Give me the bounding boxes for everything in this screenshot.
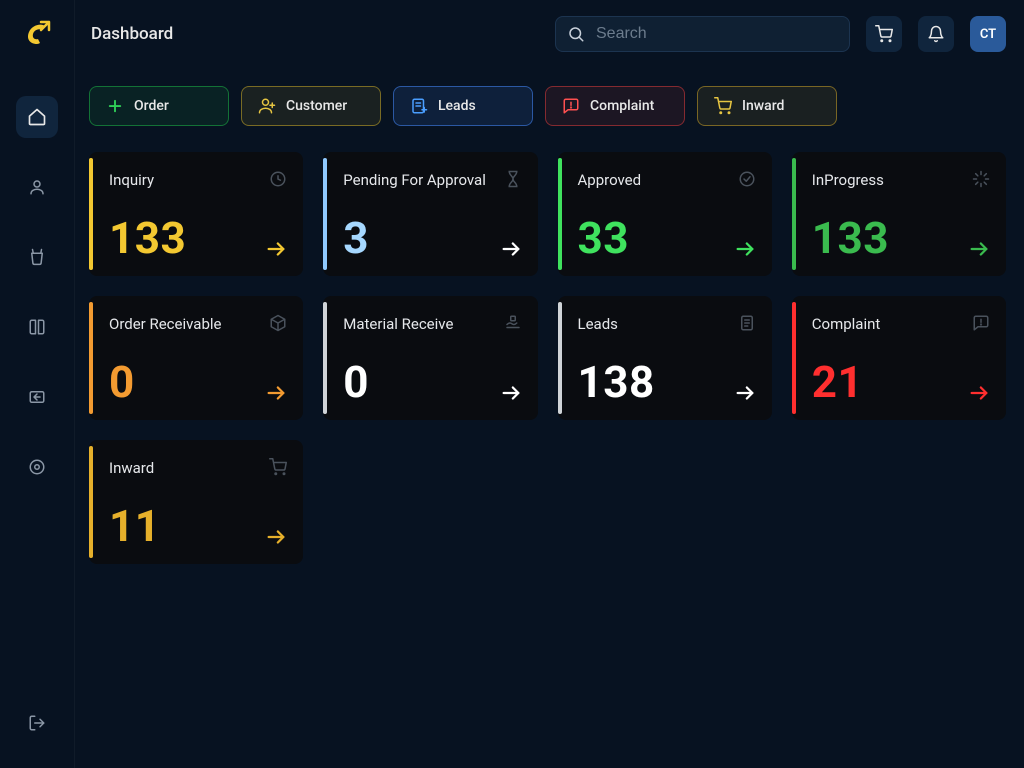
cart-button[interactable] xyxy=(866,16,902,52)
nav-settings[interactable] xyxy=(16,446,58,488)
page-title: Dashboard xyxy=(89,24,173,44)
arrow-right-icon[interactable] xyxy=(265,238,287,260)
card-inward[interactable]: Inward 11 xyxy=(89,440,303,564)
nav-orders[interactable] xyxy=(16,236,58,278)
nav-profile[interactable] xyxy=(16,166,58,208)
arrow-right-icon[interactable] xyxy=(968,238,990,260)
stats-grid: Inquiry 133 Pending For Approval 3 xyxy=(89,152,1006,564)
action-leads[interactable]: Leads xyxy=(393,86,533,126)
action-customer[interactable]: Customer xyxy=(241,86,381,126)
card-label: Inward xyxy=(109,458,154,478)
action-label: Leads xyxy=(438,98,476,114)
nav-catalog[interactable] xyxy=(16,306,58,348)
nav-logout[interactable] xyxy=(16,702,58,744)
action-label: Order xyxy=(134,98,169,114)
package-icon xyxy=(269,314,287,332)
card-value: 33 xyxy=(578,216,630,260)
card-label: Approved xyxy=(578,170,642,190)
check-circle-icon xyxy=(738,170,756,188)
arrow-right-icon[interactable] xyxy=(500,238,522,260)
search-input[interactable] xyxy=(555,16,850,52)
arrow-right-icon[interactable] xyxy=(968,382,990,404)
action-order[interactable]: Order xyxy=(89,86,229,126)
action-label: Inward xyxy=(742,98,784,114)
arrow-right-icon[interactable] xyxy=(265,526,287,548)
quick-actions: Order Customer Leads Complaint Inward xyxy=(89,86,1006,126)
document-icon xyxy=(738,314,756,332)
card-inquiry[interactable]: Inquiry 133 xyxy=(89,152,303,276)
complaint-chat-icon xyxy=(972,314,990,332)
card-value: 0 xyxy=(109,360,135,404)
bell-icon xyxy=(927,25,945,43)
card-material-receive[interactable]: Material Receive 0 xyxy=(323,296,537,420)
card-pending-approval[interactable]: Pending For Approval 3 xyxy=(323,152,537,276)
spinner-icon xyxy=(972,170,990,188)
action-label: Complaint xyxy=(590,98,654,114)
card-value: 133 xyxy=(109,216,186,260)
card-inprogress[interactable]: InProgress 133 xyxy=(792,152,1006,276)
card-approved[interactable]: Approved 33 xyxy=(558,152,772,276)
arrow-right-icon[interactable] xyxy=(734,238,756,260)
card-label: InProgress xyxy=(812,170,884,190)
nav-transfer[interactable] xyxy=(16,376,58,418)
card-value: 3 xyxy=(343,216,369,260)
avatar[interactable]: CT xyxy=(970,16,1006,52)
user-plus-icon xyxy=(258,97,276,115)
card-label: Order Receivable xyxy=(109,314,221,334)
app-logo xyxy=(19,14,55,50)
card-label: Leads xyxy=(578,314,618,334)
arrow-right-icon[interactable] xyxy=(734,382,756,404)
card-label: Pending For Approval xyxy=(343,170,486,190)
clock-icon xyxy=(269,170,287,188)
card-value: 21 xyxy=(812,360,864,404)
action-complaint[interactable]: Complaint xyxy=(545,86,685,126)
card-value: 133 xyxy=(812,216,889,260)
card-label: Inquiry xyxy=(109,170,154,190)
nav-home[interactable] xyxy=(16,96,58,138)
leads-icon xyxy=(410,97,428,115)
card-label: Complaint xyxy=(812,314,881,334)
receive-icon xyxy=(504,314,522,332)
card-order-receivable[interactable]: Order Receivable 0 xyxy=(89,296,303,420)
card-complaint[interactable]: Complaint 21 xyxy=(792,296,1006,420)
search-wrap xyxy=(555,16,850,52)
arrow-right-icon[interactable] xyxy=(265,382,287,404)
card-leads[interactable]: Leads 138 xyxy=(558,296,772,420)
notifications-button[interactable] xyxy=(918,16,954,52)
arrow-right-icon[interactable] xyxy=(500,382,522,404)
cart-icon xyxy=(269,458,287,476)
search-icon xyxy=(567,25,585,43)
action-label: Customer xyxy=(286,98,347,114)
hourglass-icon xyxy=(504,170,522,188)
cart-icon xyxy=(875,25,893,43)
topbar: Dashboard CT xyxy=(89,14,1006,54)
card-value: 0 xyxy=(343,360,369,404)
card-value: 138 xyxy=(578,360,655,404)
complaint-icon xyxy=(562,97,580,115)
action-inward[interactable]: Inward xyxy=(697,86,837,126)
card-label: Material Receive xyxy=(343,314,453,334)
card-value: 11 xyxy=(109,504,161,548)
plus-icon xyxy=(106,97,124,115)
inward-cart-icon xyxy=(714,97,732,115)
sidebar xyxy=(0,0,75,768)
